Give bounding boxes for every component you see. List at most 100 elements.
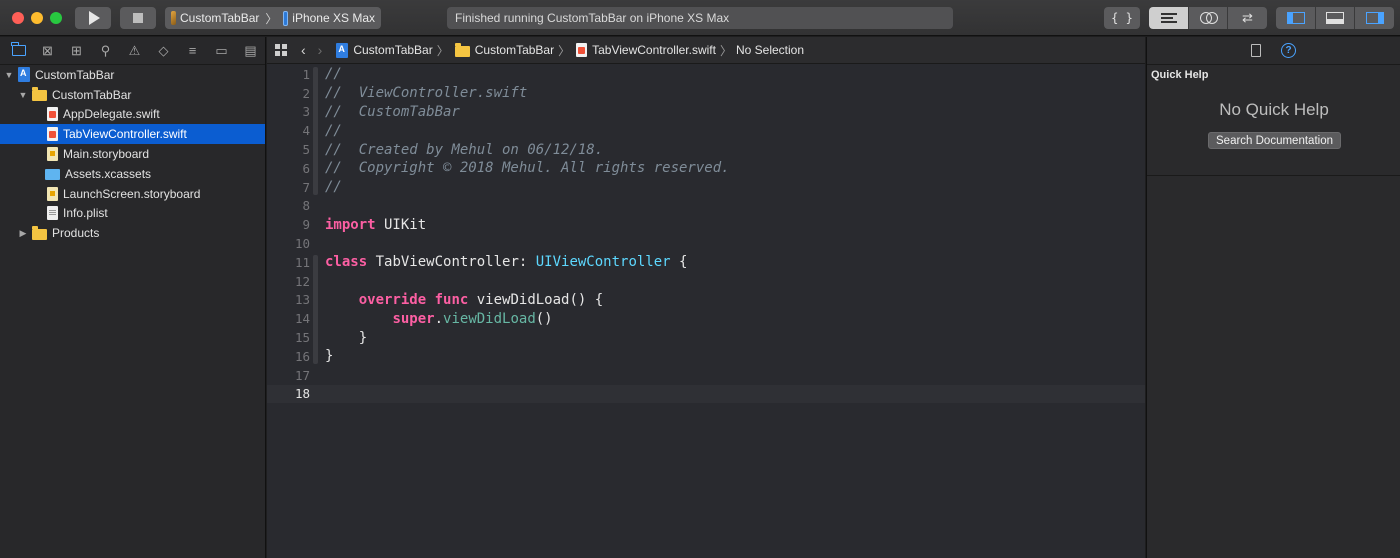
folder-icon [11,42,26,56]
tree-item-launchscreen[interactable]: LaunchScreen.storyboard [0,184,265,204]
source-control-navigator-tab[interactable]: ⊠ [33,37,62,65]
run-button[interactable] [75,7,111,29]
issue-navigator-tab[interactable]: ⚠ [120,37,149,65]
jumpbar-project[interactable]: CustomTabBar [336,42,433,58]
code-token: // Created by Mehul on 06/12/18. [325,141,604,158]
toggle-debug-area-button[interactable] [1316,7,1355,29]
forward-arrow-icon[interactable]: › [318,42,323,58]
swift-file-icon [576,43,588,57]
version-editor-button[interactable]: ⇄ [1228,7,1267,29]
project-navigator-tab[interactable] [4,37,33,65]
code-text: override func viewDidLoad() { [325,292,603,308]
code-text: class TabViewController: UIViewControlle… [325,254,687,270]
quick-help-title: Quick Help [1151,69,1209,81]
file-inspector-tab[interactable] [1251,44,1261,57]
symbol-icon: ⊞ [71,42,82,58]
code-fold-ribbon[interactable] [313,255,318,364]
code-line[interactable]: 2 // ViewController.swift [267,84,1145,103]
disclosure-expanded-icon[interactable]: ▼ [4,70,14,80]
stop-button[interactable] [120,7,156,29]
minimize-window-button[interactable] [31,12,43,24]
scheme-selector[interactable]: CustomTabBar 〉 iPhone XS Max [165,7,381,29]
code-line[interactable]: 14 super.viewDidLoad() [267,309,1145,328]
code-line[interactable]: 10 [267,234,1145,253]
code-line[interactable]: 6 // Copyright © 2018 Mehul. All rights r… [267,159,1145,178]
jumpbar-group[interactable]: CustomTabBar [454,42,554,57]
toggle-navigator-button[interactable] [1276,7,1316,29]
code-line[interactable]: 3 // CustomTabBar [267,103,1145,122]
tree-item-label: AppDelegate.swift [63,107,160,122]
project-icon [336,42,349,58]
tree-item-info-plist[interactable]: Info.plist [0,204,265,224]
debug-icon: ≡ [188,43,197,58]
code-token: viewDidLoad() { [468,291,604,308]
disclosure-expanded-icon[interactable]: ▼ [18,90,28,100]
assistant-editor-button[interactable] [1189,7,1228,29]
find-navigator-tab[interactable]: ⚲ [91,37,120,65]
close-window-button[interactable] [12,12,24,24]
tree-item-assets[interactable]: Assets.xcassets [0,164,265,184]
code-line[interactable]: 4 // [267,121,1145,140]
code-line[interactable]: 8 [267,197,1145,216]
source-editor: ‹ › CustomTabBar 〉 CustomTabBar 〉 TabVie… [267,37,1145,558]
code-line[interactable]: 15 } [267,328,1145,347]
code-line[interactable]: 16} [267,347,1145,366]
code-line[interactable]: 7 // [267,178,1145,197]
inspector-tabs: ? [1147,37,1400,65]
jumpbar-selection[interactable]: No Selection [736,43,804,57]
code-token: import [325,216,376,233]
braces-icon: { } [1111,11,1133,25]
standard-editor-button[interactable] [1149,7,1189,29]
tree-item-label: Assets.xcassets [65,166,152,181]
device-name[interactable]: iPhone XS Max [292,11,375,25]
code-text: super.viewDidLoad() [325,311,552,327]
asset-catalog-icon [45,169,60,181]
symbol-navigator-tab[interactable]: ⊞ [62,37,91,65]
quick-help-tab[interactable]: ? [1281,43,1296,58]
storyboard-file-icon [47,186,58,201]
disclosure-collapsed-icon[interactable]: ▶ [18,228,28,238]
tree-item-products[interactable]: ▶ Products [0,223,265,243]
toolbar: CustomTabBar 〉 iPhone XS Max Finished ru… [0,0,1400,36]
code-line[interactable]: 12 [267,272,1145,291]
toggle-inspector-button[interactable] [1355,7,1394,29]
tree-item-appdelegate[interactable]: AppDelegate.swift [0,105,265,125]
code-token: // [325,66,342,83]
code-area[interactable]: 1 // 2 // ViewController.swift 3 // CustomTab… [267,65,1145,404]
code-token: class [325,254,368,271]
issue-icon: ⚠ [128,42,141,58]
tree-item-label: LaunchScreen.storyboard [63,186,201,201]
breakpoint-icon: ▭ [215,42,228,58]
tree-item-group-customtabbar[interactable]: ▼ CustomTabBar [0,85,265,105]
code-line[interactable]: 5 // Created by Mehul on 06/12/18. [267,140,1145,159]
inspector-panel-icon [1365,12,1384,24]
jumpbar-file[interactable]: TabViewController.swift [576,43,716,57]
tree-item-tabviewcontroller[interactable]: TabViewController.swift [0,124,265,145]
scheme-name[interactable]: CustomTabBar [180,11,259,25]
swift-file-icon [47,107,58,122]
test-navigator-tab[interactable]: ◇ [149,37,178,65]
activity-status: Finished running CustomTabBar on iPhone … [447,7,953,29]
related-items-icon[interactable] [275,44,287,56]
code-line[interactable]: 17 [267,366,1145,385]
tree-item-project[interactable]: ▼ CustomTabBar [0,65,265,85]
tree-item-main-storyboard[interactable]: Main.storyboard [0,144,265,164]
code-token: UIKit [375,216,427,233]
zoom-window-button[interactable] [50,12,62,24]
breakpoint-navigator-tab[interactable]: ▭ [207,37,236,65]
code-line[interactable]: 18 [267,384,1145,404]
code-line[interactable]: 11 class TabViewController: UIViewControl… [267,253,1145,272]
code-line[interactable]: 9 import UIKit [267,215,1145,234]
code-line[interactable]: 13 override func viewDidLoad() { [267,291,1145,310]
device-icon [283,10,289,26]
code-line[interactable]: 1 // [267,65,1145,84]
code-token: UIViewController [535,254,671,271]
code-fold-ribbon[interactable] [313,67,318,195]
back-arrow-icon[interactable]: ‹ [301,42,306,58]
library-button[interactable]: { } [1104,7,1140,29]
report-navigator-tab[interactable]: ▤ [236,37,265,65]
editor-mode-control: ⇄ [1149,7,1267,29]
search-documentation-button[interactable]: Search Documentation [1208,132,1341,149]
debug-navigator-tab[interactable]: ≡ [178,37,207,65]
